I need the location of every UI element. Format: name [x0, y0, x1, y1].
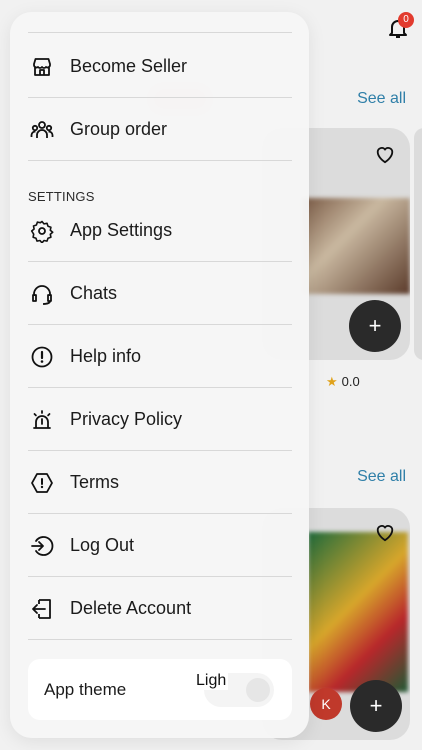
menu-item-label: Become Seller [70, 56, 188, 76]
hexagon-alert-icon [30, 471, 54, 495]
menu-item-label: Help info [70, 346, 142, 366]
star-icon: ★ [326, 374, 338, 389]
menu-item-help-info[interactable]: Help info [28, 326, 292, 388]
menu-item-label: Terms [70, 472, 119, 492]
alarm-light-icon [30, 408, 54, 432]
store-icon [30, 55, 54, 79]
logout-icon [30, 534, 54, 558]
menu-item-chats[interactable]: Chats [28, 263, 292, 325]
app-theme-label: App theme [44, 679, 127, 699]
menu-item-terms[interactable]: Terms [28, 452, 292, 514]
side-drawer: Become Seller Group order SETTINGS App S… [10, 12, 309, 738]
menu-item-label: Privacy Policy [70, 409, 183, 429]
add-to-cart-button[interactable]: + [349, 300, 401, 352]
menu-item-log-out[interactable]: Log Out [28, 515, 292, 577]
menu-item-label: Chats [70, 283, 118, 303]
product-image [302, 198, 410, 294]
product-card-partial [414, 128, 422, 360]
rating: ★ 0.0 [326, 374, 360, 390]
toggle-knob [246, 678, 270, 702]
menu-item-privacy-policy[interactable]: Privacy Policy [28, 389, 292, 451]
product-image [308, 532, 408, 692]
heart-icon[interactable] [374, 144, 396, 164]
theme-toggle-value: Ligh [194, 672, 229, 690]
menu-item-label: Group order [70, 119, 168, 139]
rating-value: 0.0 [341, 374, 360, 389]
info-circle-icon [30, 345, 54, 369]
app-theme-card: App theme Ligh [28, 659, 292, 720]
avatar[interactable]: K [310, 688, 342, 720]
notification-badge: 0 [398, 12, 414, 28]
menu-item-label: Log Out [70, 535, 135, 555]
menu-item-label: Delete Account [70, 598, 192, 618]
theme-toggle[interactable]: Ligh [194, 672, 274, 707]
exit-door-icon [30, 597, 54, 621]
menu-item-group-order[interactable]: Group order [28, 99, 292, 161]
group-icon [30, 118, 54, 142]
menu-item-become-seller[interactable]: Become Seller [28, 36, 292, 98]
headset-icon [30, 282, 54, 306]
menu-item-delete-account[interactable]: Delete Account [28, 578, 292, 640]
gear-icon [30, 219, 54, 243]
drawer-item-cut-off [28, 12, 292, 33]
see-all-link-1[interactable]: See all [357, 90, 406, 108]
heart-icon[interactable] [374, 522, 396, 542]
see-all-link-2[interactable]: See all [357, 468, 406, 486]
add-to-cart-button[interactable]: + [350, 680, 402, 732]
menu-item-label: App Settings [70, 220, 173, 240]
menu-item-app-settings[interactable]: App Settings [28, 200, 292, 262]
